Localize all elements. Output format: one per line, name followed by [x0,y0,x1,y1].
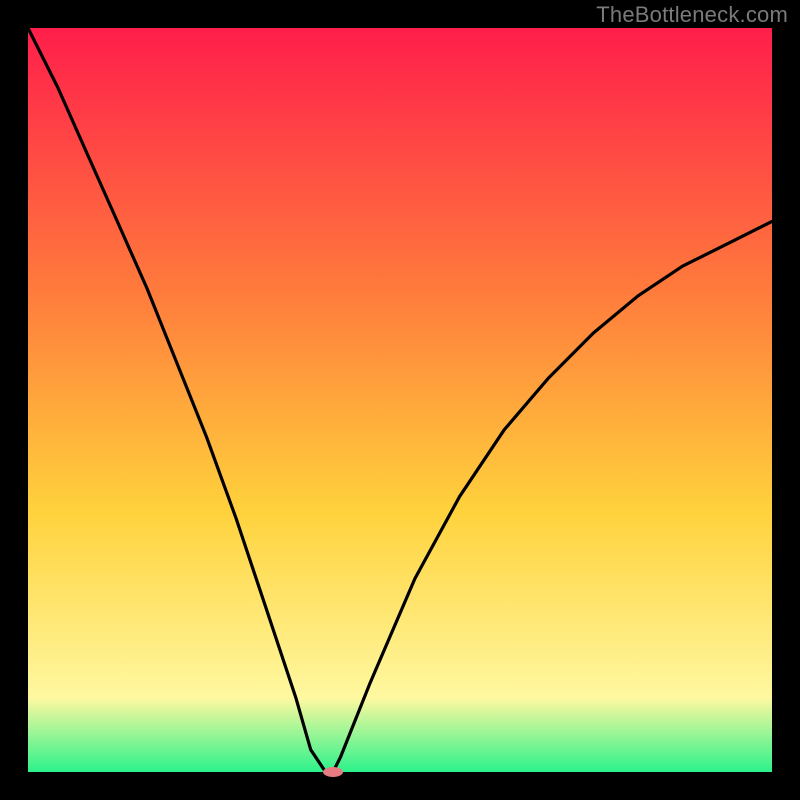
plot-area [28,28,772,772]
bottleneck-chart [0,0,800,800]
watermark-text: TheBottleneck.com [596,2,788,28]
chart-frame: TheBottleneck.com [0,0,800,800]
optimum-marker [323,767,343,777]
